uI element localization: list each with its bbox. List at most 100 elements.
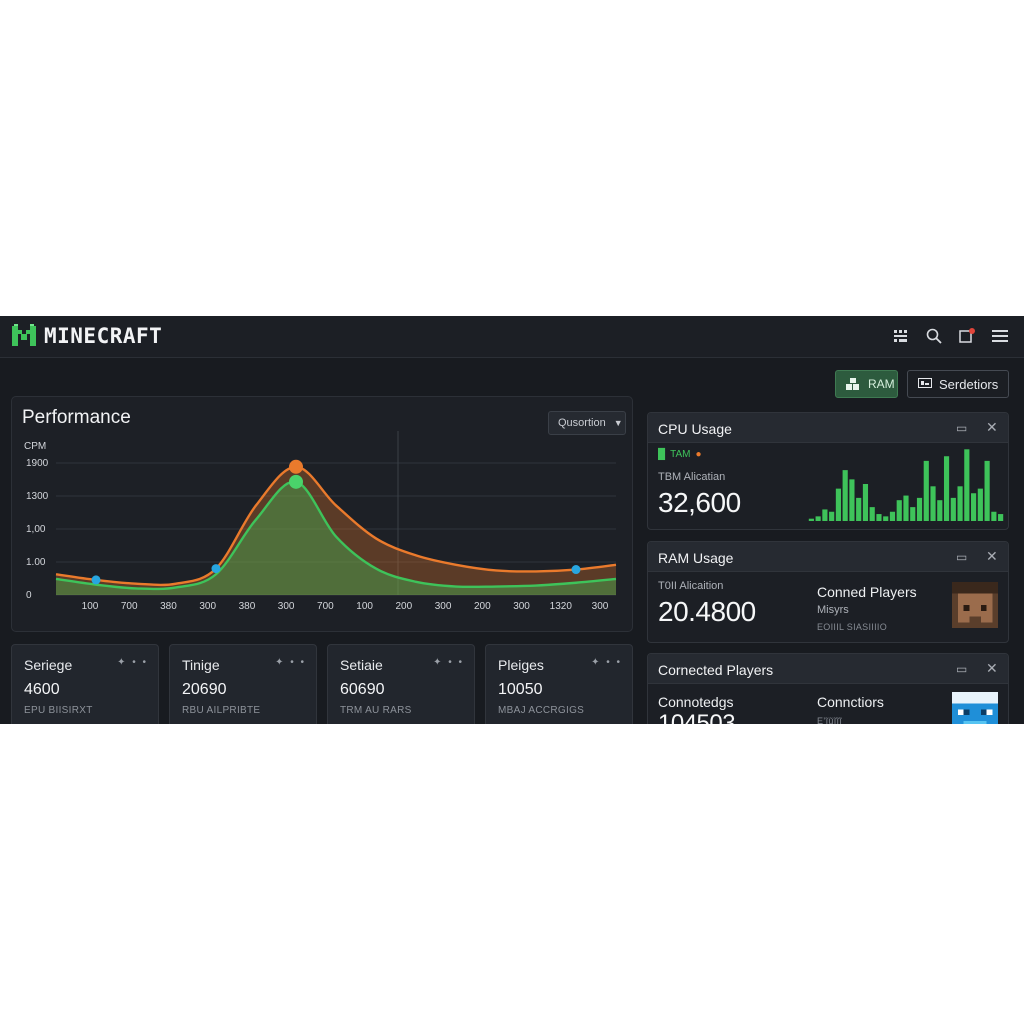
cpu-bar bbox=[923, 460, 929, 521]
close-icon[interactable]: ✕ bbox=[986, 419, 998, 436]
cpu-bar bbox=[849, 479, 855, 521]
cpu-legend: █ TAM ● bbox=[658, 449, 702, 460]
y-tick-label: 1.00 bbox=[26, 557, 46, 568]
player-avatar[interactable] bbox=[952, 692, 998, 724]
more-icon[interactable]: ✦ • • bbox=[117, 657, 148, 668]
stat-card[interactable]: Setiaie ✦ • • 60690 TRM AU RARS bbox=[327, 644, 475, 724]
y-tick-label: 0 bbox=[26, 590, 32, 601]
ram-value: 20.4800 bbox=[658, 596, 756, 627]
menu-icon[interactable] bbox=[990, 326, 1010, 346]
cpu-bar bbox=[822, 509, 828, 521]
x-tick-label: 300 bbox=[513, 601, 530, 612]
panel-header: RAM Usage ▭ ✕ bbox=[648, 542, 1008, 572]
stat-title: Pleiges bbox=[498, 657, 544, 673]
stat-value: 60690 bbox=[340, 681, 385, 698]
more-icon[interactable]: ✦ • • bbox=[275, 657, 306, 668]
connected-label: Connotedɡs bbox=[658, 694, 734, 710]
panel-header: Cornected Players ▭ ✕ bbox=[648, 654, 1008, 684]
performance-title: Performance bbox=[22, 407, 131, 428]
link-icon[interactable]: ▭ bbox=[956, 421, 967, 435]
x-tick-label: 100 bbox=[356, 601, 373, 612]
legend-green-icon: █ bbox=[658, 449, 666, 460]
x-tick-label: 300 bbox=[199, 601, 216, 612]
close-icon[interactable]: ✕ bbox=[986, 660, 998, 677]
data-point bbox=[571, 565, 581, 575]
cpu-bar bbox=[869, 507, 875, 521]
dashboard-window: MINECRAFT RAM Serdetiors Performance Qus… bbox=[0, 316, 1024, 724]
sessions-button[interactable]: Serdetiors bbox=[907, 370, 1009, 398]
panel-title: RAM Usage bbox=[658, 550, 734, 566]
x-tick-label: 700 bbox=[317, 601, 334, 612]
top-bar: MINECRAFT bbox=[0, 316, 1024, 358]
connected-players-panel: Cornected Players ▭ ✕ Connotedɡs 104503 … bbox=[647, 653, 1009, 724]
cpu-bar bbox=[957, 486, 963, 521]
x-tick-label: 1320 bbox=[550, 601, 573, 612]
players-sub: Misyrs bbox=[817, 604, 849, 616]
cpu-bar-chart bbox=[808, 449, 1004, 521]
y-tick-label: 1,00 bbox=[26, 524, 46, 535]
ram-button[interactable]: RAM bbox=[835, 370, 898, 398]
data-point bbox=[289, 474, 303, 489]
stat-card[interactable]: Seriege ✦ • • 4600 EPU BIISIRXT bbox=[11, 644, 159, 724]
stat-card[interactable]: Pleiges ✦ • • 10050 MBAJ ACCRGIGS bbox=[485, 644, 633, 724]
cpu-bar bbox=[903, 495, 909, 521]
app-title: MINECRAFT bbox=[44, 324, 163, 348]
notification-icon[interactable] bbox=[957, 326, 977, 346]
x-tick-label: 700 bbox=[121, 601, 138, 612]
connections-sub: E’ĩũĩĩĩ bbox=[817, 716, 843, 724]
ram-small-label: T0II Alicaition bbox=[658, 580, 724, 592]
cpu-bar bbox=[856, 497, 862, 521]
link-icon[interactable]: ▭ bbox=[956, 662, 967, 676]
performance-panel: Performance Qusortion ▼ CPM 1900 1300 1,00… bbox=[11, 396, 633, 632]
data-point bbox=[91, 575, 101, 585]
x-tick-label: 380 bbox=[239, 601, 256, 612]
stat-subtitle: TRM AU RARS bbox=[340, 705, 412, 716]
performance-chart: CPM 1900 1300 1,00 1.00 0 100 700 380 300 380 300… bbox=[24, 431, 617, 612]
cpu-bar bbox=[829, 511, 835, 521]
cpu-bar bbox=[950, 497, 956, 521]
stat-title: Setiaie bbox=[340, 657, 383, 673]
legend-label: TAM bbox=[670, 449, 691, 460]
ram-button-label: RAM bbox=[868, 377, 895, 391]
cpu-bar bbox=[842, 470, 848, 521]
search-icon[interactable] bbox=[924, 326, 944, 346]
cpu-bar bbox=[916, 497, 923, 521]
connected-value: 104503 bbox=[658, 710, 736, 724]
stat-title: Tinige bbox=[182, 657, 220, 673]
stat-subtitle: MBAJ ACCRGIGS bbox=[498, 705, 585, 716]
players-label: Conned Players bbox=[817, 584, 917, 600]
cpu-bar bbox=[889, 511, 896, 521]
x-tick-label: 300 bbox=[435, 601, 452, 612]
sessions-button-label: Serdetiors bbox=[939, 376, 999, 392]
cpu-bar bbox=[876, 514, 882, 521]
cpu-bar bbox=[977, 488, 983, 521]
stat-title: Seriege bbox=[24, 657, 73, 673]
cpu-bar bbox=[910, 507, 916, 521]
close-icon[interactable]: ✕ bbox=[986, 548, 998, 565]
cpu-bar bbox=[815, 516, 821, 521]
cpu-bar bbox=[930, 486, 936, 521]
connections-label: Connctiors bbox=[817, 694, 884, 710]
link-icon[interactable]: ▭ bbox=[956, 550, 967, 564]
cpu-bar bbox=[896, 500, 902, 521]
cpu-bar bbox=[883, 516, 889, 521]
grid-icon[interactable] bbox=[891, 326, 911, 346]
monitor-icon bbox=[918, 378, 932, 388]
more-icon[interactable]: ✦ • • bbox=[433, 657, 464, 668]
y-tick-label: 1300 bbox=[26, 491, 49, 502]
stat-value: 4600 bbox=[24, 681, 60, 698]
x-tick-label: 200 bbox=[396, 601, 413, 612]
cpu-bar bbox=[991, 511, 997, 521]
cpu-bar bbox=[998, 514, 1004, 521]
cpu-bar bbox=[964, 449, 970, 521]
y-tick-label: 1900 bbox=[26, 458, 49, 469]
more-icon[interactable]: ✦ • • bbox=[591, 657, 622, 668]
y-axis-label: CPM bbox=[24, 441, 46, 452]
panel-title: Cornected Players bbox=[658, 662, 774, 678]
player-avatar[interactable] bbox=[952, 582, 998, 628]
blocks-icon bbox=[846, 378, 859, 390]
stat-card[interactable]: Tinige ✦ • • 20690 RBU AILPRIBTE bbox=[169, 644, 317, 724]
logo-icon bbox=[12, 324, 36, 346]
x-tick-label: 380 bbox=[160, 601, 177, 612]
legend-orange-icon: ● bbox=[695, 449, 702, 460]
